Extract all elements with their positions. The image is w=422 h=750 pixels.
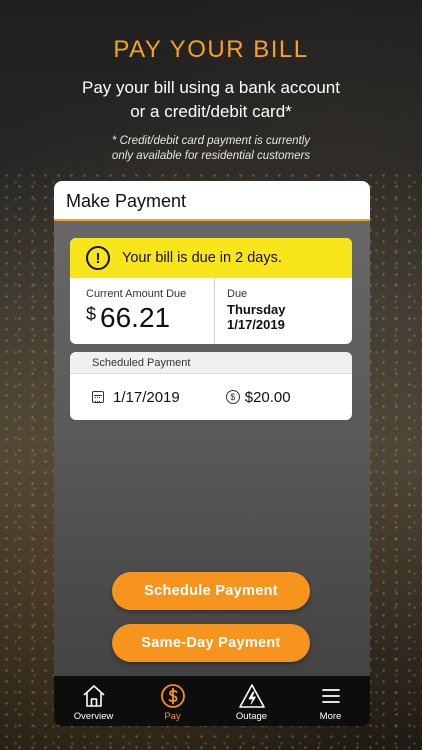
warning-icon: ! <box>86 246 110 270</box>
promo-footnote-line2: only available for residential customers <box>111 150 311 162</box>
scheduled-payment-date: 1/17/2019 <box>113 388 180 406</box>
lightning-warning-icon <box>238 684 265 708</box>
scheduled-payment-row[interactable]: 1/17/2019 $ $20.00 <box>70 374 352 420</box>
currency-symbol: $ <box>86 304 97 324</box>
menu-icon <box>321 689 340 703</box>
tab-outage-label: Outage <box>235 711 268 722</box>
promo-subtitle: Pay your bill using a bank account or a … <box>0 76 422 124</box>
dollar-circle-icon <box>160 684 185 708</box>
tab-overview-label: Overview <box>73 711 114 722</box>
scheduled-payment-header: Scheduled Payment <box>70 352 352 374</box>
due-details: Current Amount Due $ 66.21 Due Thursday … <box>70 278 352 344</box>
current-amount-label: Current Amount Due <box>86 288 187 300</box>
due-date: 1/17/2019 <box>227 317 285 332</box>
screen-title: Make Payment <box>54 181 370 221</box>
calendar-icon <box>92 391 104 403</box>
promo-title: PAY YOUR BILL <box>113 36 309 63</box>
scheduled-payment-amount: $20.00 <box>244 388 291 406</box>
tab-outage[interactable]: Outage <box>212 676 291 726</box>
current-amount-value: 66.21 <box>100 302 171 333</box>
tab-more-label: More <box>319 711 342 722</box>
promo-header: PAY YOUR BILL Pay your bill using a bank… <box>0 36 422 164</box>
bottom-tab-bar: Overview Pay Outage More <box>54 676 370 726</box>
promo-subtitle-line2: or a credit/debit card* <box>130 102 292 121</box>
scheduled-payment-card[interactable]: Scheduled Payment 1/17/2019 $ $20.00 <box>70 352 352 420</box>
tab-pay-label: Pay <box>164 711 181 722</box>
promo-footnote-line1: * Credit/debit card payment is currently <box>111 135 311 147</box>
due-notice-text: Your bill is due in 2 days. <box>122 250 282 266</box>
promo-subtitle-line1: Pay your bill using a bank account <box>82 78 340 97</box>
tab-pay[interactable]: Pay <box>133 676 212 726</box>
due-day: Thursday <box>227 302 286 317</box>
phone-screen: Make Payment ! Your bill is due in 2 day… <box>54 181 370 726</box>
dollar-coin-icon: $ <box>225 390 240 404</box>
due-date-section: Due Thursday 1/17/2019 <box>215 278 352 344</box>
schedule-payment-button[interactable]: Schedule Payment <box>112 572 310 610</box>
amount-due-card: ! Your bill is due in 2 days. Current Am… <box>70 238 352 344</box>
due-notice-banner: ! Your bill is due in 2 days. <box>70 238 352 278</box>
current-amount-section: Current Amount Due $ 66.21 <box>70 278 215 344</box>
promo-footnote: * Credit/debit card payment is currently… <box>0 134 422 164</box>
due-label: Due <box>227 288 248 300</box>
home-icon <box>82 685 105 707</box>
tab-overview[interactable]: Overview <box>54 676 133 726</box>
tab-more[interactable]: More <box>291 676 370 726</box>
current-amount: $ 66.21 <box>86 302 214 334</box>
same-day-payment-button[interactable]: Same-Day Payment <box>112 624 310 662</box>
